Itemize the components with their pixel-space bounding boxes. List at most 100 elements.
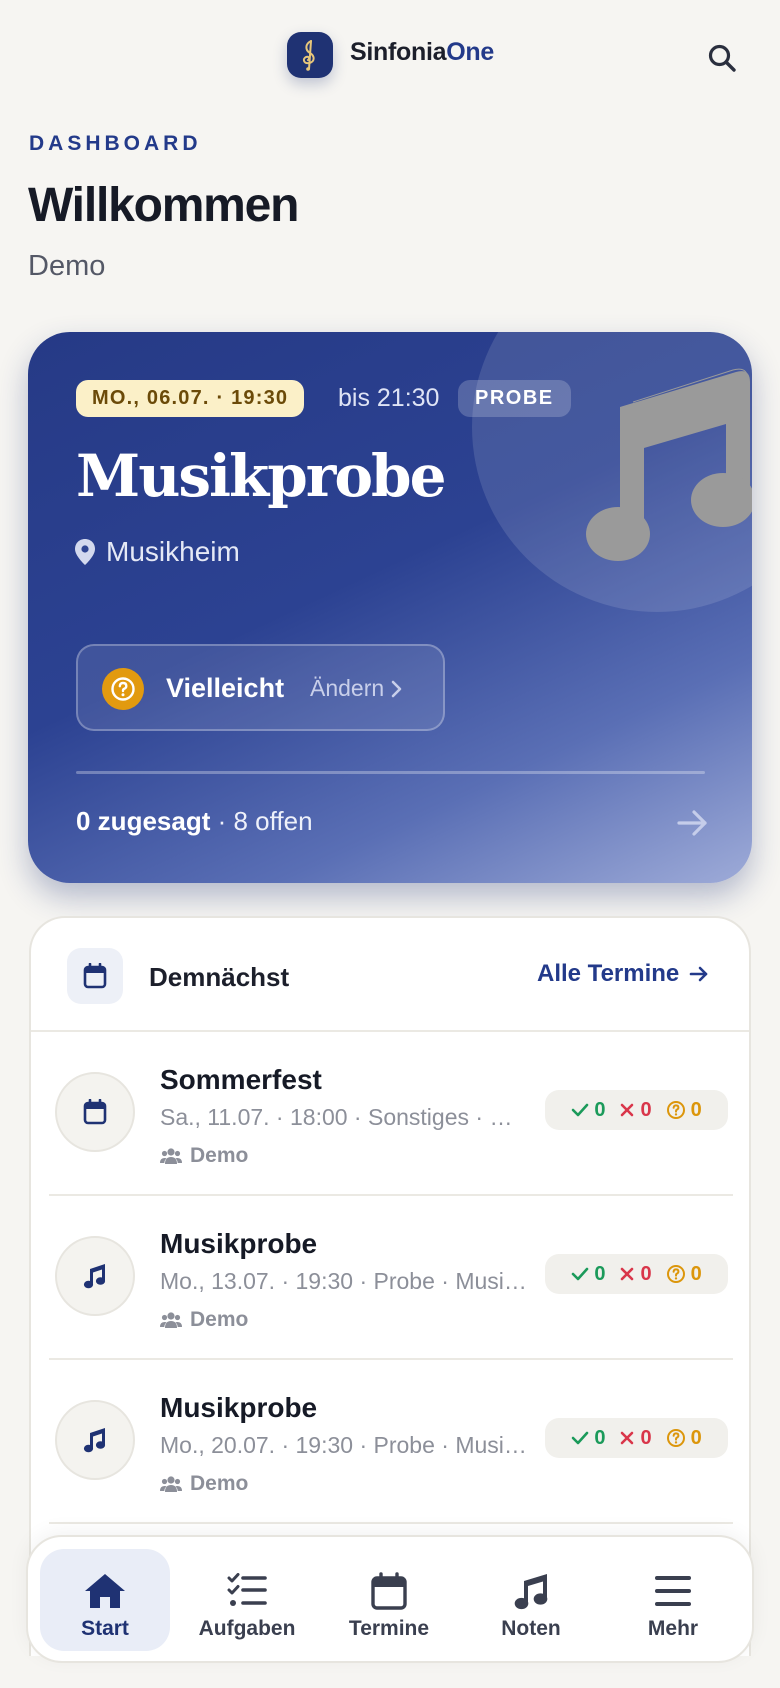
section-eyebrow: DASHBOARD	[29, 132, 202, 155]
users-icon	[160, 1312, 182, 1328]
calendar-icon	[67, 948, 123, 1004]
maybe-count: 0	[666, 1099, 702, 1122]
location-pin-icon	[75, 539, 95, 565]
music-note-icon	[509, 1571, 553, 1611]
music-note-icon	[55, 1236, 135, 1316]
nav-item-start[interactable]: Start	[40, 1549, 170, 1651]
yes-count: 0	[571, 1099, 605, 1122]
card-divider	[76, 771, 705, 774]
app-name-main: Sinfonia	[350, 38, 447, 66]
group-label: Demo	[190, 1144, 249, 1167]
attendance-counts: 0 0 0	[545, 1418, 728, 1458]
event-location: Musikheim	[74, 536, 240, 568]
event-row-group: Demo	[160, 1144, 248, 1168]
nav-label: Termine	[348, 1617, 430, 1640]
open-count: · 8 offen	[217, 806, 313, 836]
arrow-right-icon[interactable]	[676, 808, 710, 838]
no-count: 0	[619, 1098, 652, 1122]
nav-label: Aufgaben	[198, 1617, 296, 1640]
all-events-label: Alle Termine	[537, 960, 680, 987]
music-note-icon	[586, 368, 752, 561]
music-note-icon	[55, 1400, 135, 1480]
bottom-navigation: Start Aufgaben Termine Noten Mehr	[26, 1535, 754, 1663]
event-row[interactable]: Musikprobe Mo., 20.07. · 19:30 · Probe ·…	[49, 1360, 733, 1524]
treble-clef-logo-icon	[302, 40, 315, 71]
no-count-value: 0	[640, 1426, 652, 1449]
checklist-icon	[225, 1571, 269, 1611]
nav-item-aufgaben[interactable]: Aufgaben	[182, 1549, 312, 1651]
cross-icon	[621, 1267, 634, 1281]
yes-count-value: 0	[594, 1098, 606, 1121]
page-subtitle: Demo	[28, 250, 106, 282]
nav-item-mehr[interactable]: Mehr	[608, 1549, 738, 1651]
yes-count-value: 0	[594, 1426, 606, 1449]
users-icon	[160, 1476, 182, 1492]
no-count-value: 0	[640, 1262, 652, 1285]
cross-icon	[621, 1103, 634, 1117]
check-icon	[572, 1267, 589, 1281]
location-label: Musikheim	[106, 536, 240, 567]
attendance-summary: 0 zugesagt · 8 offen	[76, 806, 313, 837]
menu-icon	[651, 1571, 695, 1611]
maybe-count-value: 0	[690, 1262, 702, 1285]
upcoming-header: Demnächst Alle Termine	[31, 918, 749, 1032]
no-count: 0	[619, 1262, 652, 1286]
event-row-group: Demo	[160, 1472, 248, 1496]
rsvp-status-label: Vielleicht	[166, 673, 285, 703]
nav-item-noten[interactable]: Noten	[466, 1549, 596, 1651]
question-circle-icon	[102, 668, 144, 710]
chevron-right-icon	[391, 680, 402, 697]
maybe-count: 0	[666, 1427, 702, 1450]
event-end-time: bis 21:30	[338, 384, 440, 412]
cross-icon	[621, 1431, 634, 1445]
search-button[interactable]	[704, 40, 740, 76]
question-circle-icon	[666, 1101, 685, 1119]
nav-label: Noten	[501, 1617, 561, 1640]
arrow-right-icon	[689, 966, 708, 982]
event-type-badge: PROBE	[458, 380, 571, 417]
home-icon	[83, 1571, 127, 1611]
event-row-title: Musikprobe	[160, 1228, 318, 1259]
row-divider	[49, 1522, 733, 1524]
yes-count: 0	[571, 1263, 605, 1286]
event-title: Musikprobe	[76, 442, 446, 510]
app-header: SinfoniaOne	[0, 0, 780, 110]
calendar-icon	[55, 1072, 135, 1152]
question-circle-icon	[666, 1429, 685, 1447]
nav-label: Mehr	[647, 1617, 699, 1640]
check-icon	[572, 1431, 589, 1445]
upcoming-title: Demnächst	[149, 962, 290, 992]
app-logo[interactable]	[287, 32, 333, 78]
maybe-count-value: 0	[690, 1098, 702, 1121]
rsvp-change-link[interactable]: Ändern	[310, 675, 404, 702]
event-row[interactable]: Sommerfest Sa., 11.07. · 18:00 · Sonstig…	[49, 1032, 733, 1196]
question-circle-icon	[666, 1265, 685, 1283]
event-date-badge: MO., 06.07. · 19:30	[76, 380, 305, 417]
maybe-count: 0	[666, 1263, 702, 1286]
search-icon	[708, 44, 736, 72]
no-count: 0	[619, 1426, 652, 1450]
nav-label: Start	[81, 1617, 129, 1640]
group-label: Demo	[190, 1472, 249, 1495]
event-row-meta: Mo., 13.07. · 19:30 · Probe · Musikheim	[160, 1268, 530, 1294]
event-row[interactable]: Musikprobe Mo., 13.07. · 19:30 · Probe ·…	[49, 1196, 733, 1360]
page-title: Willkommen	[28, 179, 299, 232]
nav-item-termine[interactable]: Termine	[324, 1549, 454, 1651]
event-row-title: Musikprobe	[160, 1392, 318, 1423]
attendance-counts: 0 0 0	[545, 1254, 728, 1294]
calendar-icon	[367, 1571, 411, 1611]
rsvp-status-button[interactable]: Vielleicht Ändern	[76, 644, 445, 731]
maybe-count-value: 0	[690, 1426, 702, 1449]
group-label: Demo	[190, 1308, 249, 1331]
all-events-link[interactable]: Alle Termine	[537, 960, 709, 988]
no-count-value: 0	[640, 1098, 652, 1121]
event-row-meta: Sa., 11.07. · 18:00 · Sonstiges · Musikh…	[160, 1104, 530, 1130]
check-icon	[572, 1103, 589, 1117]
app-name-accent: One	[446, 38, 494, 66]
next-event-card[interactable]: MO., 06.07. · 19:30 bis 21:30 PROBE Musi…	[28, 332, 752, 883]
rsvp-change-label: Ändern	[310, 675, 385, 701]
accepted-count: 0 zugesagt	[76, 806, 211, 836]
event-row-title: Sommerfest	[160, 1064, 322, 1095]
users-icon	[160, 1148, 182, 1164]
app-name: SinfoniaOne	[350, 38, 494, 67]
